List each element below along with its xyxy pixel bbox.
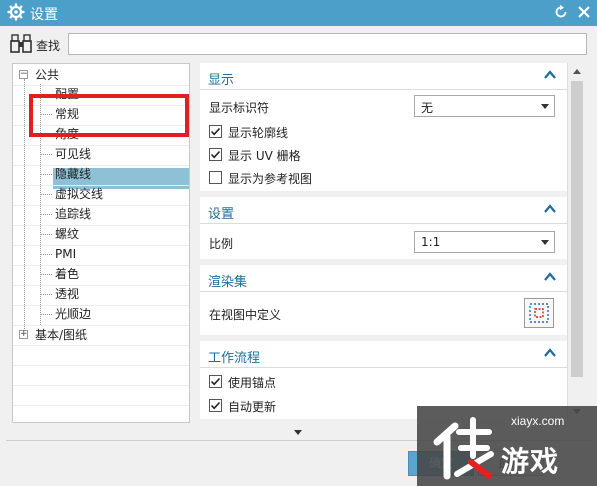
gear-icon (7, 3, 25, 21)
checkbox-auto-update[interactable] (209, 399, 222, 412)
tree-row-divider (13, 85, 189, 86)
search-input[interactable] (68, 33, 587, 55)
tree-item[interactable]: PMI (55, 244, 76, 264)
tree-guide-line (40, 314, 52, 315)
tree-row-divider (13, 305, 189, 306)
section-title: 工作流程 (208, 351, 261, 366)
tree-item[interactable]: 可见线 (55, 144, 91, 164)
watermark-logo-icon (433, 417, 494, 480)
tree-item[interactable]: 透视 (55, 284, 79, 304)
window-title: 设置 (30, 7, 58, 23)
checkbox-show-uv-grid[interactable] (209, 148, 222, 161)
checkbox-show-outline[interactable] (209, 125, 222, 138)
section-title: 设置 (208, 207, 235, 222)
scroll-thumb[interactable] (571, 81, 583, 377)
expand-icon[interactable]: + (19, 330, 28, 339)
tree-guide-line (40, 154, 52, 155)
highlight-annotation (29, 94, 189, 137)
tree-item[interactable]: 追踪线 (55, 204, 91, 224)
dotted-frame-icon (529, 303, 549, 323)
display-marker-label: 显示标识符 (209, 101, 270, 115)
binoculars-icon (10, 34, 32, 53)
checkbox-label: 显示为参考视图 (228, 172, 313, 186)
collapse-caret-icon[interactable] (544, 70, 556, 80)
section-title: 渲染集 (208, 275, 248, 290)
watermark: xiayx.com 游戏 (417, 406, 597, 486)
watermark-site: xiayx.com (511, 414, 565, 428)
close-icon[interactable] (575, 3, 593, 21)
tree-row-divider (13, 165, 189, 166)
tree-row-divider (13, 345, 189, 346)
collapse-icon[interactable]: − (19, 70, 28, 79)
settings-panel: 显示 显示标识符 无 显示轮廓线 显示 UV 栅格 显示为参考视图 设置 比例 … (200, 63, 567, 419)
tree-guide-line (40, 234, 52, 235)
tree-row-divider (13, 245, 189, 246)
find-label: 查找 (36, 39, 61, 53)
collapse-caret-icon[interactable] (544, 204, 556, 214)
section-render-set: 渲染集 在视图中定义 (200, 265, 567, 335)
section-divider (200, 367, 567, 368)
checkmark-icon (210, 377, 221, 386)
checkmark-icon (210, 150, 221, 159)
tree-row-divider (13, 385, 189, 386)
tree-item[interactable]: 虚拟交线 (55, 184, 103, 204)
vertical-scrollbar[interactable] (567, 63, 585, 419)
checkmark-icon (210, 127, 221, 136)
tree-guide-line (40, 174, 52, 175)
scroll-up-icon[interactable] (573, 69, 581, 74)
tree-item[interactable]: 着色 (55, 264, 79, 284)
display-marker-dropdown[interactable]: 无 (414, 95, 555, 117)
tree-guide-line (40, 194, 52, 195)
tree-row-divider (13, 225, 189, 226)
tree-guide-line (40, 294, 52, 295)
tree-guide-line (24, 79, 25, 333)
tree-row-divider (13, 205, 189, 206)
tree-guide-line (40, 214, 52, 215)
dropdown-value: 1:1 (421, 235, 441, 249)
tree-item[interactable]: 螺纹 (55, 224, 79, 244)
title-bar: 设置 (0, 0, 597, 26)
tree-row-divider (13, 145, 189, 146)
section-divider (200, 89, 567, 90)
tree-guide-line (40, 254, 52, 255)
search-row: 查找 (0, 26, 597, 62)
tree-item[interactable]: 隐藏线 (55, 164, 91, 184)
define-in-view-label: 在视图中定义 (209, 308, 282, 322)
tree-node-common[interactable]: 公共 (35, 65, 59, 85)
watermark-text: 游戏 (501, 445, 560, 478)
dropdown-arrow-icon (541, 104, 549, 109)
more-options-arrow-icon[interactable] (294, 430, 302, 435)
tree-row-divider (13, 365, 189, 366)
checkbox-show-as-reference-view[interactable] (209, 171, 222, 184)
checkbox-label: 显示轮廓线 (228, 126, 289, 140)
tree-node-basic-drawing[interactable]: 基本/图纸 (35, 325, 87, 345)
reset-icon[interactable] (553, 4, 569, 20)
dropdown-arrow-icon (541, 240, 549, 245)
checkbox-label: 使用锚点 (228, 376, 277, 390)
tree-row-divider (13, 285, 189, 286)
section-display: 显示 显示标识符 无 显示轮廓线 显示 UV 栅格 显示为参考视图 (200, 63, 567, 191)
section-divider (200, 291, 567, 292)
tree-row-divider (13, 265, 189, 266)
section-settings: 设置 比例 1:1 (200, 197, 567, 259)
scale-dropdown[interactable]: 1:1 (414, 231, 555, 253)
collapse-caret-icon[interactable] (544, 272, 556, 282)
tree-row-divider (13, 405, 189, 406)
checkmark-icon (210, 401, 221, 410)
checkbox-label: 显示 UV 栅格 (228, 149, 301, 163)
checkbox-label: 自动更新 (228, 400, 277, 414)
tree-guide-line (40, 274, 52, 275)
checkbox-use-anchor[interactable] (209, 375, 222, 388)
section-divider (200, 223, 567, 224)
section-title: 显示 (208, 73, 235, 88)
collapse-caret-icon[interactable] (544, 348, 556, 358)
scale-label: 比例 (209, 237, 234, 251)
define-in-view-button[interactable] (524, 298, 554, 328)
tree-item[interactable]: 光顺边 (55, 304, 91, 324)
dropdown-value: 无 (421, 101, 434, 115)
